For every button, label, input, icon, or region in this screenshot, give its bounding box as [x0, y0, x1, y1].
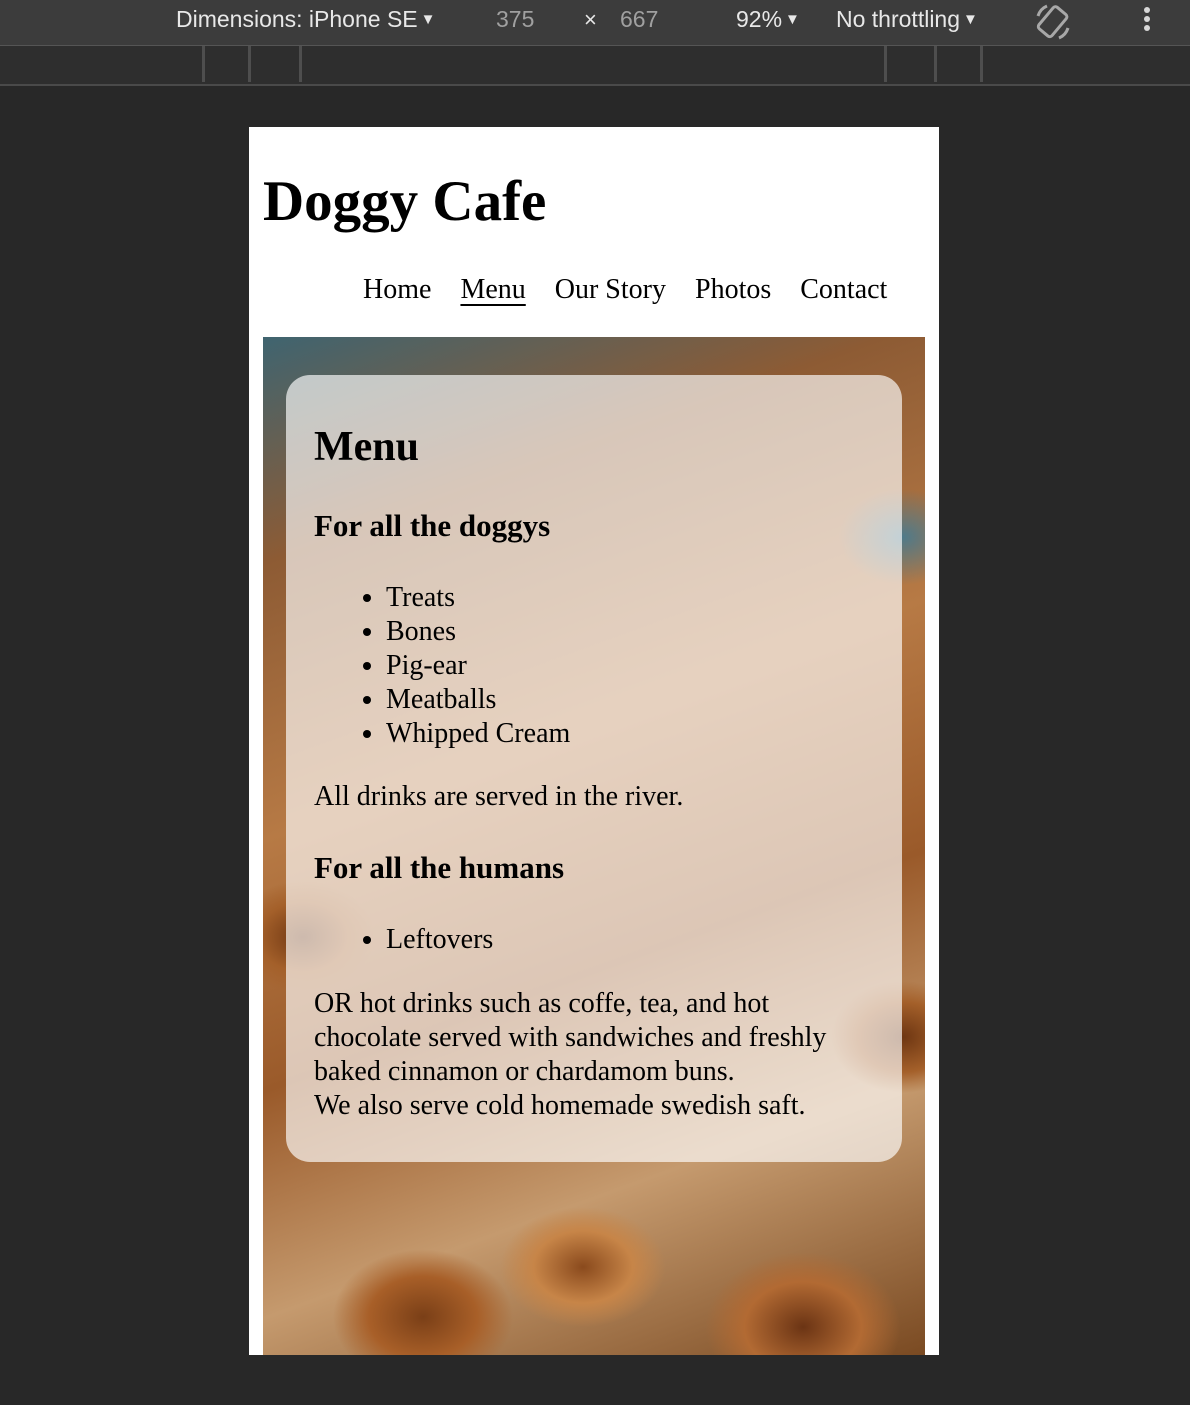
note-line: We also serve cold homemade swedish saft… — [314, 1090, 806, 1121]
zoom-label: 92% — [736, 6, 783, 32]
more-vertical-icon[interactable] — [1140, 4, 1154, 42]
dimensions-label: Dimensions: iPhone SE — [176, 6, 418, 32]
devtools-device-toolbar: Dimensions: iPhone SE ▼ 375 × 667 92% ▼ No… — [0, 0, 1190, 46]
height-input[interactable]: 667 — [620, 6, 658, 33]
times-icon: × — [584, 7, 597, 32]
dogs-drinks-note: All drinks are served in the river. — [314, 781, 684, 812]
note-line: OR hot drinks such as coffe, tea, and ho… — [314, 988, 770, 1019]
chevron-down-icon: ▼ — [785, 11, 800, 28]
ruler-tick — [980, 46, 983, 82]
note-line: baked cinnamon or chardamom buns. — [314, 1056, 735, 1087]
media-query-ruler — [0, 46, 1190, 86]
nav-contact[interactable]: Contact — [800, 274, 887, 305]
humans-drinks-note: OR hot drinks such as coffe, tea, and ho… — [314, 987, 884, 1123]
main-nav: Home Menu Our Story Photos Contact — [363, 274, 887, 306]
ruler-tick — [202, 46, 205, 82]
list-item: Treats — [386, 581, 570, 615]
throttling-select[interactable]: No throttling ▼ — [836, 6, 978, 33]
zoom-select[interactable]: 92% ▼ — [736, 6, 800, 33]
menu-card: Menu For all the doggys Treats Bones Pig… — [286, 375, 902, 1162]
nav-home[interactable]: Home — [363, 274, 431, 305]
chevron-down-icon: ▼ — [420, 11, 436, 28]
nav-menu[interactable]: Menu — [460, 274, 525, 305]
humans-heading: For all the humans — [314, 850, 565, 885]
dogs-heading: For all the doggys — [314, 508, 551, 543]
device-viewport: Doggy Cafe Home Menu Our Story Photos Co… — [249, 127, 939, 1355]
width-input[interactable]: 375 — [496, 6, 534, 33]
humans-menu-list: Leftovers — [386, 923, 493, 957]
note-line: chocolate served with sandwiches and fre… — [314, 1022, 827, 1053]
chevron-down-icon: ▼ — [963, 11, 978, 28]
ruler-tick — [884, 46, 887, 82]
nav-our-story[interactable]: Our Story — [555, 274, 666, 305]
ruler-tick — [248, 46, 251, 82]
list-item: Leftovers — [386, 923, 493, 957]
dimensions-select[interactable]: Dimensions: iPhone SE ▼ — [176, 6, 435, 33]
throttling-label: No throttling — [836, 6, 961, 32]
ruler-tick — [299, 46, 302, 82]
nav-photos[interactable]: Photos — [695, 274, 771, 305]
dogs-menu-list: Treats Bones Pig-ear Meatballs Whipped C… — [386, 581, 570, 751]
menu-heading: Menu — [314, 424, 419, 470]
list-item: Whipped Cream — [386, 717, 570, 751]
list-item: Meatballs — [386, 683, 570, 717]
rotate-icon[interactable] — [1033, 2, 1073, 48]
site-title: Doggy Cafe — [263, 170, 547, 233]
list-item: Bones — [386, 615, 570, 649]
ruler-tick — [934, 46, 937, 82]
list-item: Pig-ear — [386, 649, 570, 683]
